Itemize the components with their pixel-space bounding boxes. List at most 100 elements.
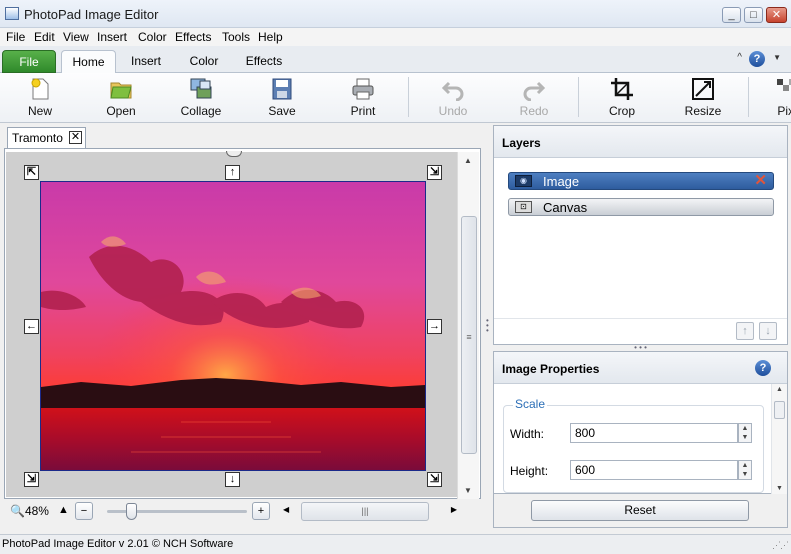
properties-help-icon[interactable]: ? (755, 360, 771, 376)
open-label: Open (106, 104, 136, 118)
horizontal-scrollbar[interactable]: ◀ ||| ▶ (279, 502, 461, 521)
redo-icon (523, 81, 546, 101)
app-icon (5, 7, 19, 20)
photo-image (41, 182, 425, 470)
printer-icon (352, 78, 374, 100)
menu-edit[interactable]: Edit (34, 30, 55, 44)
resize-grip-icon[interactable]: ⋰⋰ (772, 540, 789, 551)
vertical-scrollbar[interactable]: ▲ ≡ ▼ (457, 152, 479, 499)
collage-button[interactable]: Collage (171, 77, 231, 121)
collage-icon (190, 78, 212, 99)
crop-button[interactable]: Crop (592, 77, 652, 121)
minimize-button[interactable]: _ (722, 7, 741, 23)
width-label: Width: (510, 427, 545, 441)
document-tab-name: Tramonto (12, 131, 63, 145)
zoom-triangle-icon[interactable]: ▲ (58, 504, 69, 516)
vertical-scroll-thumb[interactable]: ≡ (461, 216, 477, 454)
eye-icon[interactable]: ◉ (515, 175, 532, 187)
delete-layer-icon[interactable]: ✕ (754, 173, 767, 189)
resize-button[interactable]: Resize (673, 77, 733, 121)
ribbon-tabs: File Home Insert Color Effects ^ ? ▼ (0, 46, 791, 74)
handle-top-right[interactable]: ⇲ (427, 165, 442, 180)
scale-group-label: Scale (513, 397, 548, 411)
crop-label: Crop (608, 104, 635, 118)
scroll-up-arrow-icon[interactable]: ▲ (776, 386, 783, 393)
save-button[interactable]: Save (252, 77, 312, 121)
tab-effects[interactable]: Effects (238, 50, 290, 73)
height-spinner[interactable]: ▲ ▼ (738, 460, 752, 480)
handle-bottom-left[interactable]: ⇲ (24, 472, 39, 487)
status-text: PhotoPad Image Editor v 2.01 © NCH Softw… (2, 538, 234, 550)
pixelate-button[interactable]: Pixi (757, 77, 791, 121)
move-layer-down-button[interactable]: ↓ (759, 322, 777, 340)
tab-color[interactable]: Color (180, 50, 228, 73)
handle-bottom-right[interactable]: ⇲ (427, 472, 442, 487)
maximize-button[interactable]: □ (744, 7, 763, 23)
properties-scroll-thumb[interactable] (774, 401, 785, 419)
document-tab[interactable]: Tramonto ✕ (7, 127, 86, 148)
pixelate-label: Pixi (777, 104, 791, 118)
zoom-value: 48% (24, 504, 49, 518)
scroll-up-arrow-icon[interactable]: ▲ (464, 156, 472, 165)
close-button[interactable]: ✕ (766, 7, 787, 23)
menu-color[interactable]: Color (138, 30, 167, 44)
toolbar-separator (408, 77, 409, 117)
layers-header: Layers (494, 126, 787, 158)
zoom-out-button[interactable]: − (75, 502, 93, 520)
height-label: Height: (510, 464, 549, 478)
move-layer-up-button[interactable]: ↑ (736, 322, 754, 340)
open-button[interactable]: Open (91, 77, 151, 121)
undo-label: Undo (438, 104, 468, 118)
menu-view[interactable]: View (63, 30, 89, 44)
layer-image[interactable]: ◉ Image ✕ (508, 172, 774, 190)
crop-icon (611, 78, 633, 100)
new-button[interactable]: New (10, 77, 70, 121)
new-label: New (27, 104, 52, 118)
handle-left[interactable]: ← (24, 319, 39, 334)
properties-scrollbar[interactable]: ▲ ▼ (771, 384, 787, 494)
collapse-ribbon-icon[interactable]: ^ (737, 52, 742, 63)
scroll-down-arrow-icon[interactable]: ▼ (464, 486, 472, 495)
lock-icon[interactable]: ⊡ (515, 201, 532, 213)
menu-tools[interactable]: Tools (222, 30, 250, 44)
toolbar-separator (578, 77, 579, 117)
toolbar-separator (748, 77, 749, 117)
handle-top[interactable]: ↑ (225, 165, 240, 180)
handle-bottom[interactable]: ↓ (225, 472, 240, 487)
width-spinner[interactable]: ▲ ▼ (738, 423, 752, 443)
save-floppy-icon (272, 78, 292, 100)
tab-file[interactable]: File (2, 50, 56, 73)
close-document-icon[interactable]: ✕ (69, 131, 82, 144)
redo-label: Redo (519, 104, 549, 118)
scroll-left-arrow-icon[interactable]: ◀ (283, 505, 289, 514)
width-input[interactable] (570, 423, 738, 443)
zoom-slider-knob[interactable] (126, 503, 137, 520)
sunset-photo[interactable] (40, 181, 426, 471)
right-pane: Layers ◉ Image ✕ ⊡ Canvas ↑ ↓ • • • Imag… (493, 125, 789, 528)
scroll-down-arrow-icon[interactable]: ▼ (776, 485, 783, 492)
reset-area: Reset (493, 494, 788, 528)
redo-button[interactable]: Redo (504, 77, 564, 121)
menu-file[interactable]: File (6, 30, 25, 44)
menu-effects[interactable]: Effects (175, 30, 211, 44)
tab-insert[interactable]: Insert (122, 50, 170, 73)
layer-canvas[interactable]: ⊡ Canvas (508, 198, 774, 216)
scroll-right-arrow-icon[interactable]: ▶ (451, 505, 457, 514)
height-input[interactable] (570, 460, 738, 480)
print-button[interactable]: Print (333, 77, 393, 121)
help-icon[interactable]: ? (749, 51, 765, 67)
menu-insert[interactable]: Insert (97, 30, 127, 44)
vertical-splitter[interactable]: • • • (486, 317, 489, 335)
handle-top-left[interactable]: ⇱ (24, 165, 39, 180)
horizontal-scroll-thumb[interactable]: ||| (301, 502, 429, 521)
handle-right[interactable]: → (427, 319, 442, 334)
image-properties-panel: Image Properties ? Scale Width: ▲▼ Heigh… (493, 351, 788, 494)
layers-footer-divider (494, 318, 787, 319)
properties-header: Image Properties ? (494, 352, 787, 384)
reset-button[interactable]: Reset (531, 500, 749, 521)
help-dropdown-icon[interactable]: ▼ (773, 53, 781, 62)
undo-button[interactable]: Undo (423, 77, 483, 121)
zoom-in-button[interactable]: + (252, 502, 270, 520)
menu-help[interactable]: Help (258, 30, 283, 44)
tab-home[interactable]: Home (61, 50, 116, 74)
